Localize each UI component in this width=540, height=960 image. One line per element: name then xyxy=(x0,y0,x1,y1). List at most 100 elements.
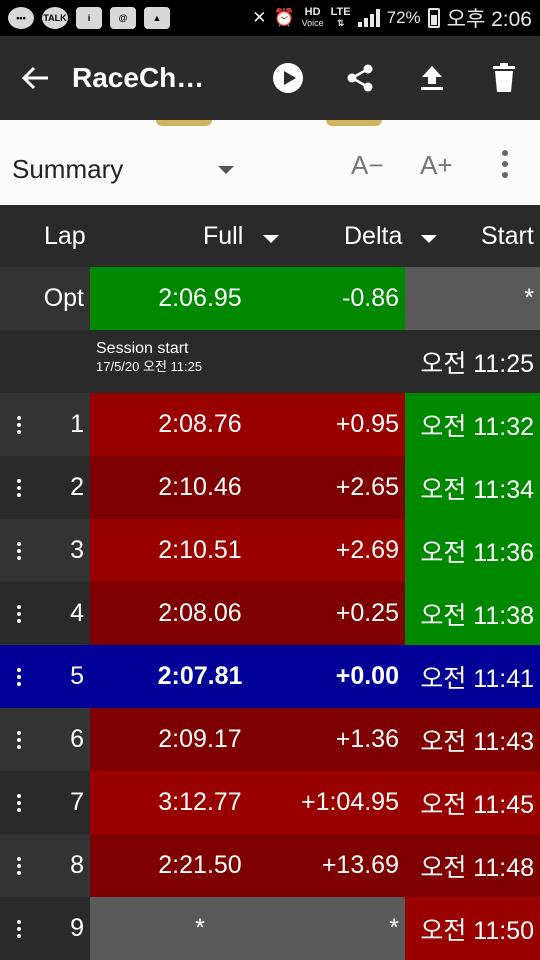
lap-row[interactable]: 6 2:09.17 +1.36 오전 11:43 xyxy=(0,708,540,771)
delta-cell: +0.00 xyxy=(335,662,399,690)
play-button[interactable] xyxy=(252,36,324,120)
lap-cell: 6 xyxy=(70,725,84,753)
start-cell: 오전 11:32 xyxy=(420,412,534,441)
start-cell: 오전 11:36 xyxy=(420,538,534,567)
summary-bar: Summary A− A+ xyxy=(0,120,540,205)
lap-cell: 5 xyxy=(70,662,84,690)
delta-cell: * xyxy=(389,914,399,942)
more-vert-icon xyxy=(17,856,21,875)
more-vert-icon xyxy=(17,478,21,497)
mute-icon: ✕ xyxy=(252,8,267,27)
lap-cell: Opt xyxy=(43,284,84,312)
upload-button[interactable] xyxy=(396,36,468,120)
lap-row[interactable]: 3 2:10.51 +2.69 오전 11:36 xyxy=(0,519,540,582)
delta-cell: +2.69 xyxy=(335,536,399,564)
row-menu-button[interactable] xyxy=(0,456,38,519)
table-header: Lap Full Delta Start xyxy=(0,205,540,267)
font-decrease-button[interactable]: A− xyxy=(351,150,384,181)
delta-cell: +1.36 xyxy=(335,725,399,753)
more-vert-icon xyxy=(17,604,21,623)
signal-icon xyxy=(357,9,380,27)
delta-cell: +13.69 xyxy=(321,851,399,879)
lap-cell: 3 xyxy=(70,536,84,564)
session-start-label: Session start 17/5/20 오전 11:25 xyxy=(96,340,202,376)
more-vert-icon xyxy=(17,415,21,434)
start-cell: 오전 11:48 xyxy=(420,853,534,882)
lap-cell: 2 xyxy=(70,473,84,501)
lap-row[interactable]: 8 2:21.50 +13.69 오전 11:48 xyxy=(0,834,540,897)
row-menu-button[interactable] xyxy=(0,582,38,645)
start-cell: 오전 11:43 xyxy=(420,727,534,756)
more-vert-icon xyxy=(17,730,21,749)
lap-row[interactable]: 7 3:12.77 +1:04.95 오전 11:45 xyxy=(0,771,540,834)
start-cell: 오전 11:38 xyxy=(420,601,534,630)
more-vert-icon xyxy=(17,793,21,812)
lte-label: LTE xyxy=(330,6,351,18)
lap-cell: 9 xyxy=(70,914,84,942)
lte-arrows-icon: ⇅ xyxy=(336,18,345,28)
upload-icon xyxy=(421,66,443,90)
delta-cell: +0.95 xyxy=(335,410,399,438)
more-vert-icon xyxy=(17,541,21,560)
back-button[interactable] xyxy=(0,36,72,120)
lap-row[interactable]: 5 2:07.81 +0.00 오전 11:41 xyxy=(0,645,540,708)
more-vert-icon xyxy=(17,667,21,686)
alarm-icon: ⏰ xyxy=(273,8,295,27)
battery-percent: 72% xyxy=(386,8,421,27)
lap-cell: 8 xyxy=(70,851,84,879)
app-title: RaceCh… xyxy=(72,62,205,93)
session-start-row: Session start 17/5/20 오전 11:25 오전 11:25 xyxy=(0,330,540,393)
start-cell: * xyxy=(524,284,534,312)
map-marker-remnant xyxy=(326,120,382,126)
start-cell: 오전 11:34 xyxy=(420,475,534,504)
row-menu-button[interactable] xyxy=(0,708,38,771)
battery-icon xyxy=(427,8,440,28)
voice-label: Voice xyxy=(301,18,324,28)
font-increase-button[interactable]: A+ xyxy=(420,150,453,181)
lap-row[interactable]: 1 2:08.76 +0.95 오전 11:32 xyxy=(0,393,540,456)
row-menu-button[interactable] xyxy=(0,519,38,582)
delta-cell: +2.65 xyxy=(335,473,399,501)
delete-icon xyxy=(493,63,515,92)
optimal-row: Opt 2:06.95 -0.86 * xyxy=(0,267,540,330)
play-icon xyxy=(273,63,303,93)
share-icon xyxy=(347,64,373,92)
caret-down-icon[interactable] xyxy=(263,235,279,243)
delta-cell: +1:04.95 xyxy=(300,788,399,816)
header-lap[interactable]: Lap xyxy=(44,222,86,251)
image-icon: ▲ xyxy=(144,7,170,29)
view-selector-label: Summary xyxy=(12,154,124,184)
header-full[interactable]: Full xyxy=(203,222,243,251)
lte-icon: LTE ⇅ xyxy=(331,7,351,29)
delta-cell: -0.86 xyxy=(342,284,399,312)
delta-cell: +0.25 xyxy=(335,599,399,627)
lap-row[interactable]: 4 2:08.06 +0.25 오전 11:38 xyxy=(0,582,540,645)
start-cell: 오전 11:25 xyxy=(420,349,534,378)
more-icon: ••• xyxy=(8,7,34,29)
lap-row[interactable]: 2 2:10.46 +2.65 오전 11:34 xyxy=(0,456,540,519)
row-menu-button[interactable] xyxy=(0,834,38,897)
app-bar: RaceCh… xyxy=(0,36,540,120)
start-cell: 오전 11:41 xyxy=(420,664,534,693)
info-icon: i xyxy=(76,7,102,29)
delete-button[interactable] xyxy=(468,36,540,120)
row-menu-button[interactable] xyxy=(0,897,38,960)
hd-label: HD xyxy=(304,6,321,18)
session-title: Session start xyxy=(96,340,189,357)
row-menu-button[interactable] xyxy=(0,393,38,456)
row-menu-button[interactable] xyxy=(0,645,38,708)
more-vert-icon xyxy=(17,919,21,938)
row-menu-button[interactable] xyxy=(0,771,38,834)
status-bar: ••• TALK i @ ▲ ✕ ⏰ HD Voice LTE ⇅ 72% 오후… xyxy=(0,0,540,36)
lap-cell: 4 xyxy=(70,599,84,627)
start-cell: 오전 11:45 xyxy=(420,790,534,819)
start-cell: 오전 11:50 xyxy=(420,916,534,945)
caret-down-icon xyxy=(218,166,234,174)
header-start[interactable]: Start xyxy=(481,222,534,251)
talk-icon: TALK xyxy=(42,7,68,29)
lap-row[interactable]: 9 * * 오전 11:50 xyxy=(0,897,540,960)
overflow-menu-button[interactable] xyxy=(490,144,520,184)
caret-down-icon[interactable] xyxy=(421,235,437,243)
header-delta[interactable]: Delta xyxy=(344,222,402,251)
share-button[interactable] xyxy=(324,36,396,120)
